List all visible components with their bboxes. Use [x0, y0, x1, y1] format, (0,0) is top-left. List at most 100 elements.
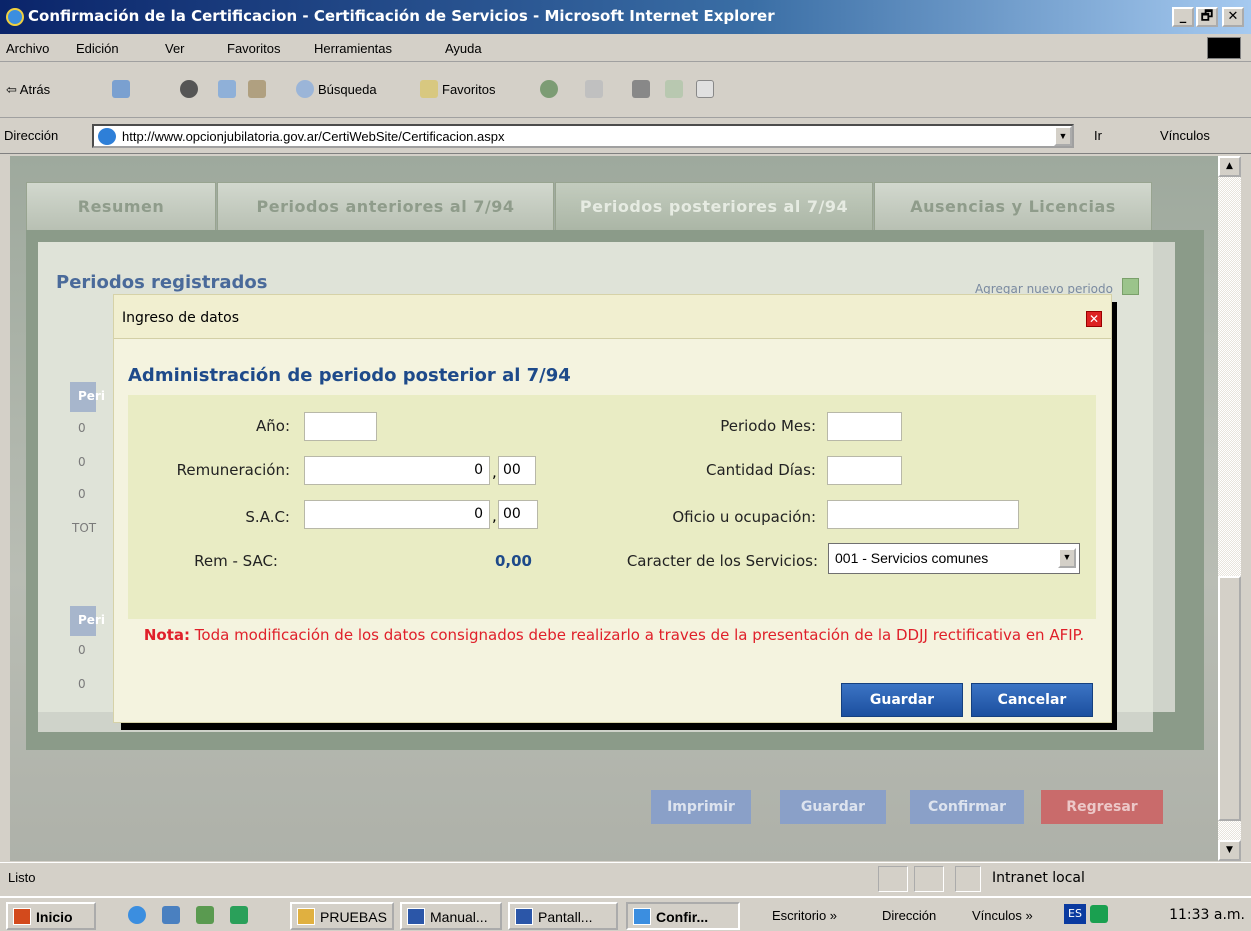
sac-integer-input[interactable]: 0 — [304, 500, 490, 529]
window-title-bar[interactable]: Confirmación de la Certificacion - Certi… — [0, 0, 1251, 34]
minimize-button[interactable]: _ — [1172, 7, 1194, 27]
data-entry-dialog: Ingreso de datos ✕ Administración de per… — [113, 294, 1112, 723]
menu-herramientas[interactable]: Herramientas — [314, 41, 392, 56]
dialog-title-bar: Ingreso de datos ✕ — [114, 295, 1111, 339]
search-button[interactable]: Búsqueda — [318, 82, 377, 97]
desktop-quicklaunch-icon[interactable] — [196, 906, 214, 924]
taskbar-item-pantalla[interactable]: Pantall... — [508, 902, 618, 930]
ie-logo-icon — [6, 8, 24, 26]
scroll-down-icon[interactable]: ▼ — [1218, 840, 1241, 861]
caracter-select[interactable]: 001 - Servicios comunes ▼ — [828, 543, 1080, 574]
regresar-button[interactable]: Regresar — [1041, 790, 1163, 824]
taskbar-escritorio[interactable]: Escritorio » — [772, 908, 837, 923]
favorites-button[interactable]: Favoritos — [442, 82, 495, 97]
taskbar-direccion[interactable]: Dirección — [882, 908, 936, 923]
edit-icon[interactable] — [665, 80, 683, 98]
discuss-icon[interactable] — [696, 80, 714, 98]
app-quicklaunch-icon[interactable] — [230, 906, 248, 924]
anio-input[interactable] — [304, 412, 377, 441]
menu-archivo[interactable]: Archivo — [6, 41, 49, 56]
clock: 11:33 a.m. — [1169, 907, 1245, 923]
menu-bar: Archivo Edición Ver Favoritos Herramient… — [0, 34, 1251, 62]
taskbar-item-confirmacion[interactable]: Confir... — [626, 902, 740, 930]
imprimir-button[interactable]: Imprimir — [651, 790, 751, 824]
grid-cell-stub: 0 — [78, 677, 86, 691]
status-bar: Listo Intranet local — [0, 862, 1251, 894]
grid-cell-stub: 0 — [78, 487, 86, 501]
scrollbar-thumb[interactable] — [1218, 576, 1241, 821]
grid-cell-stub: 0 — [78, 455, 86, 469]
taskbar-item-manual[interactable]: Manual... — [400, 902, 502, 930]
oficio-label: Oficio u ocupación: — [672, 508, 816, 526]
history-icon[interactable] — [540, 80, 558, 98]
tab-periodos-anteriores[interactable]: Periodos anteriores al 7/94 — [217, 182, 554, 232]
page-icon — [98, 128, 116, 145]
scroll-up-icon[interactable]: ▲ — [1218, 156, 1241, 177]
go-button[interactable]: Ir — [1094, 128, 1102, 143]
home-icon[interactable] — [248, 80, 266, 98]
search-icon[interactable] — [296, 80, 314, 98]
note-text: Nota: Toda modificación de los datos con… — [134, 625, 1094, 645]
grid-cell-stub: 0 — [78, 643, 86, 657]
maximize-button[interactable]: 🗗 — [1196, 7, 1218, 27]
windows-logo-icon — [1207, 37, 1241, 59]
grid-header-stub: Peri — [70, 606, 105, 636]
sac-decimal-input[interactable]: 00 — [498, 500, 538, 529]
rem-sac-label: Rem - SAC: — [194, 552, 278, 570]
grid-vertical-scrollbar[interactable] — [1153, 242, 1175, 712]
guardar-page-button[interactable]: Guardar — [780, 790, 886, 824]
rem-sac-value: 0,00 — [494, 552, 532, 570]
address-dropdown-icon[interactable]: ▼ — [1054, 126, 1072, 146]
page-vertical-scrollbar[interactable]: ▲ ▼ — [1218, 156, 1241, 861]
cantidad-dias-label: Cantidad Días: — [705, 461, 816, 479]
address-input[interactable]: http://www.opcionjubilatoria.gov.ar/Cert… — [92, 124, 1074, 148]
print-icon[interactable] — [632, 80, 650, 98]
close-button[interactable]: ✕ — [1222, 7, 1244, 27]
forward-icon[interactable] — [112, 80, 130, 98]
folder-icon — [297, 908, 315, 925]
add-icon[interactable] — [1122, 278, 1139, 295]
dialog-title: Ingreso de datos — [122, 310, 240, 326]
outlook-quicklaunch-icon[interactable] — [162, 906, 180, 924]
section-title: Periodos registrados — [56, 272, 268, 293]
language-indicator[interactable]: ES — [1064, 904, 1086, 924]
menu-ayuda[interactable]: Ayuda — [445, 41, 482, 56]
grid-total-stub: TOT — [72, 521, 97, 535]
menu-favoritos[interactable]: Favoritos — [227, 41, 280, 56]
cantidad-dias-input[interactable] — [827, 456, 902, 485]
remuneracion-integer-input[interactable]: 0 — [304, 456, 490, 485]
taskbar: Inicio PRUEBAS Manual... Pantall... Conf… — [0, 896, 1251, 931]
confirmar-button[interactable]: Confirmar — [910, 790, 1024, 824]
tab-ausencias-licencias[interactable]: Ausencias y Licencias — [874, 182, 1152, 232]
zone-label: Intranet local — [992, 870, 1085, 886]
links-button[interactable]: Vínculos — [1160, 128, 1210, 143]
oficio-input[interactable] — [827, 500, 1019, 529]
caracter-label: Caracter de los Servicios: — [626, 552, 818, 570]
taskbar-item-pruebas[interactable]: PRUEBAS — [290, 902, 394, 930]
taskbar-vinculos[interactable]: Vínculos » — [972, 908, 1033, 923]
chevron-down-icon[interactable]: ▼ — [1058, 548, 1076, 568]
stop-icon[interactable] — [180, 80, 198, 98]
address-bar: Dirección http://www.opcionjubilatoria.g… — [0, 118, 1251, 154]
mail-icon[interactable] — [585, 80, 603, 98]
tab-resumen[interactable]: Resumen — [26, 182, 216, 232]
periodo-mes-label: Periodo Mes: — [720, 417, 816, 435]
menu-edicion[interactable]: Edición — [76, 41, 119, 56]
cancel-button[interactable]: Cancelar — [971, 683, 1093, 717]
ie-quicklaunch-icon[interactable] — [128, 906, 146, 924]
save-button[interactable]: Guardar — [841, 683, 963, 717]
tab-periodos-posteriores[interactable]: Periodos posteriores al 7/94 — [555, 182, 873, 232]
period-form: Año: Remuneración: 0 , 00 S.A.C: 0 , 00 … — [128, 395, 1096, 619]
menu-ver[interactable]: Ver — [165, 41, 185, 56]
caracter-selected-value: 001 - Servicios comunes — [835, 550, 989, 566]
back-button[interactable]: ⇦ Atrás — [6, 82, 50, 98]
dialog-close-icon[interactable]: ✕ — [1086, 311, 1102, 327]
window-title: Confirmación de la Certificacion - Certi… — [28, 7, 775, 25]
periodo-mes-input[interactable] — [827, 412, 902, 441]
network-icon[interactable] — [1090, 905, 1108, 923]
favorites-icon[interactable] — [420, 80, 438, 98]
remuneracion-decimal-input[interactable]: 00 — [498, 456, 536, 485]
start-button[interactable]: Inicio — [6, 902, 96, 930]
note-label: Nota: — [143, 626, 191, 644]
refresh-icon[interactable] — [218, 80, 236, 98]
